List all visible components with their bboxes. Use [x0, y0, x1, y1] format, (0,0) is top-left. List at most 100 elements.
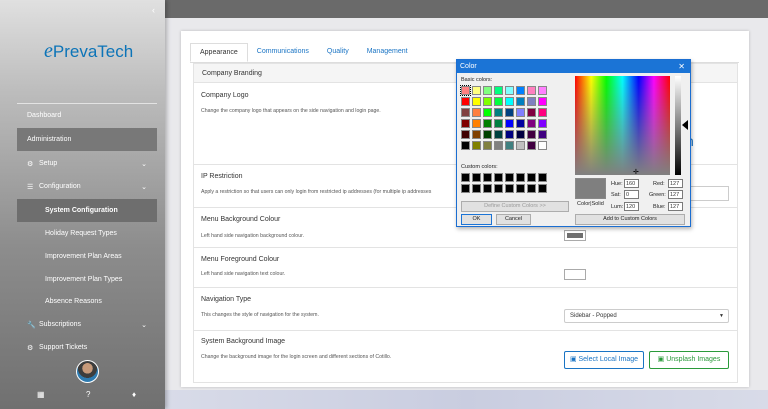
basic-color-swatch[interactable]: [472, 119, 481, 128]
basic-color-swatch[interactable]: [505, 119, 514, 128]
cancel-button[interactable]: Cancel: [496, 214, 531, 225]
tab-quality[interactable]: Quality: [318, 43, 358, 62]
unsplash-images-button[interactable]: ▣ Unsplash Images: [649, 351, 729, 369]
grid-icon[interactable]: ▦: [37, 390, 45, 399]
basic-color-swatch[interactable]: [538, 119, 547, 128]
basic-color-swatch[interactable]: [505, 108, 514, 117]
chevron-left-icon[interactable]: ‹: [152, 5, 155, 15]
luminosity-slider[interactable]: [675, 76, 681, 175]
help-icon[interactable]: ?: [86, 390, 90, 399]
basic-color-swatch[interactable]: [516, 130, 525, 139]
basic-color-swatch[interactable]: [527, 86, 536, 95]
custom-color-swatch[interactable]: [538, 173, 547, 182]
basic-color-swatch[interactable]: [483, 108, 492, 117]
basic-color-swatch[interactable]: [461, 141, 470, 150]
lum-field[interactable]: 120: [624, 202, 639, 211]
basic-color-swatch[interactable]: [494, 86, 503, 95]
basic-color-swatch[interactable]: [527, 108, 536, 117]
basic-color-swatch[interactable]: [505, 141, 514, 150]
basic-color-swatch[interactable]: [472, 130, 481, 139]
basic-color-swatch[interactable]: [505, 97, 514, 106]
red-field[interactable]: 127: [668, 179, 683, 188]
color-spectrum[interactable]: [575, 76, 670, 175]
blue-field[interactable]: 127: [668, 202, 683, 211]
menu-background-swatch[interactable]: [564, 230, 586, 241]
custom-color-swatch[interactable]: [483, 184, 492, 193]
custom-color-swatch[interactable]: [516, 173, 525, 182]
basic-color-swatch[interactable]: [483, 130, 492, 139]
basic-color-swatch[interactable]: [527, 130, 536, 139]
basic-color-swatch[interactable]: [538, 141, 547, 150]
basic-color-swatch[interactable]: [472, 97, 481, 106]
ok-button[interactable]: OK: [461, 214, 492, 225]
basic-color-swatch[interactable]: [516, 141, 525, 150]
sidebar-item-setup[interactable]: ⚙ Setup ⌄: [17, 152, 157, 175]
basic-color-swatch[interactable]: [494, 141, 503, 150]
basic-color-swatch[interactable]: [472, 141, 481, 150]
custom-color-swatch[interactable]: [461, 184, 470, 193]
tab-communications[interactable]: Communications: [248, 43, 318, 62]
avatar[interactable]: [76, 360, 99, 383]
luminosity-arrow-icon[interactable]: [682, 120, 688, 130]
basic-color-swatch[interactable]: [527, 97, 536, 106]
custom-color-swatch[interactable]: [483, 173, 492, 182]
custom-color-swatch[interactable]: [472, 173, 481, 182]
custom-color-swatch[interactable]: [461, 173, 470, 182]
sidebar-item-administration[interactable]: Administration: [17, 128, 157, 151]
basic-color-swatch[interactable]: [516, 86, 525, 95]
sidebar-item-holiday-request-types[interactable]: Holiday Request Types: [17, 222, 157, 245]
dialog-titlebar[interactable]: Color ✕: [457, 60, 690, 73]
basic-color-swatch[interactable]: [538, 97, 547, 106]
basic-color-swatch[interactable]: [461, 97, 470, 106]
crosshair-icon[interactable]: ✛: [633, 168, 639, 176]
menu-foreground-swatch[interactable]: [564, 269, 586, 280]
sidebar-item-subscriptions[interactable]: 🔧 Subscriptions ⌄: [17, 313, 157, 336]
basic-color-swatch[interactable]: [461, 108, 470, 117]
custom-color-swatch[interactable]: [505, 184, 514, 193]
select-local-image-button[interactable]: ▣ Select Local Image: [564, 351, 644, 369]
basic-color-swatch[interactable]: [483, 86, 492, 95]
basic-color-swatch[interactable]: [461, 119, 470, 128]
ip-restriction-input[interactable]: [686, 186, 729, 201]
basic-color-swatch[interactable]: [505, 86, 514, 95]
basic-color-swatch[interactable]: [483, 119, 492, 128]
custom-color-swatch[interactable]: [494, 173, 503, 182]
custom-color-swatch[interactable]: [527, 173, 536, 182]
custom-color-swatch[interactable]: [494, 184, 503, 193]
navigation-type-select[interactable]: Sidebar - Popped ▼: [564, 309, 729, 323]
sidebar-item-system-configuration[interactable]: System Configuration: [17, 199, 157, 222]
basic-color-swatch[interactable]: [505, 130, 514, 139]
basic-color-swatch[interactable]: [516, 97, 525, 106]
custom-color-swatch[interactable]: [472, 184, 481, 193]
basic-color-swatch[interactable]: [483, 97, 492, 106]
tab-appearance[interactable]: Appearance: [190, 43, 248, 62]
basic-color-swatch[interactable]: [494, 108, 503, 117]
basic-color-swatch[interactable]: [461, 130, 470, 139]
basic-color-swatch[interactable]: [494, 119, 503, 128]
close-icon[interactable]: ✕: [678, 60, 685, 73]
basic-color-swatch[interactable]: [494, 130, 503, 139]
basic-color-swatch[interactable]: [538, 86, 547, 95]
add-to-custom-colors-button[interactable]: Add to Custom Colors: [575, 214, 685, 225]
basic-color-swatch[interactable]: [472, 108, 481, 117]
basic-color-swatch[interactable]: [527, 119, 536, 128]
sidebar-item-improvement-plan-areas[interactable]: Improvement Plan Areas: [17, 245, 157, 268]
sidebar-item-configuration[interactable]: ☰ Configuration ⌄: [17, 175, 157, 198]
basic-color-swatch[interactable]: [538, 130, 547, 139]
custom-color-swatch[interactable]: [538, 184, 547, 193]
basic-color-swatch[interactable]: [516, 108, 525, 117]
basic-color-swatch[interactable]: [494, 97, 503, 106]
bell-icon[interactable]: ♦: [132, 390, 136, 399]
sidebar-item-improvement-plan-types[interactable]: Improvement Plan Types: [17, 268, 157, 291]
custom-color-swatch[interactable]: [505, 173, 514, 182]
basic-color-swatch[interactable]: [527, 141, 536, 150]
tab-management[interactable]: Management: [358, 43, 417, 62]
basic-color-swatch[interactable]: [483, 141, 492, 150]
basic-color-swatch[interactable]: [472, 86, 481, 95]
sat-field[interactable]: 0: [624, 190, 639, 199]
sidebar-item-support-tickets[interactable]: ⚙ Support Tickets: [17, 336, 157, 359]
basic-color-swatch[interactable]: [538, 108, 547, 117]
custom-color-swatch[interactable]: [527, 184, 536, 193]
hue-field[interactable]: 160: [624, 179, 639, 188]
sidebar-item-absence-reasons[interactable]: Absence Reasons: [17, 290, 157, 313]
